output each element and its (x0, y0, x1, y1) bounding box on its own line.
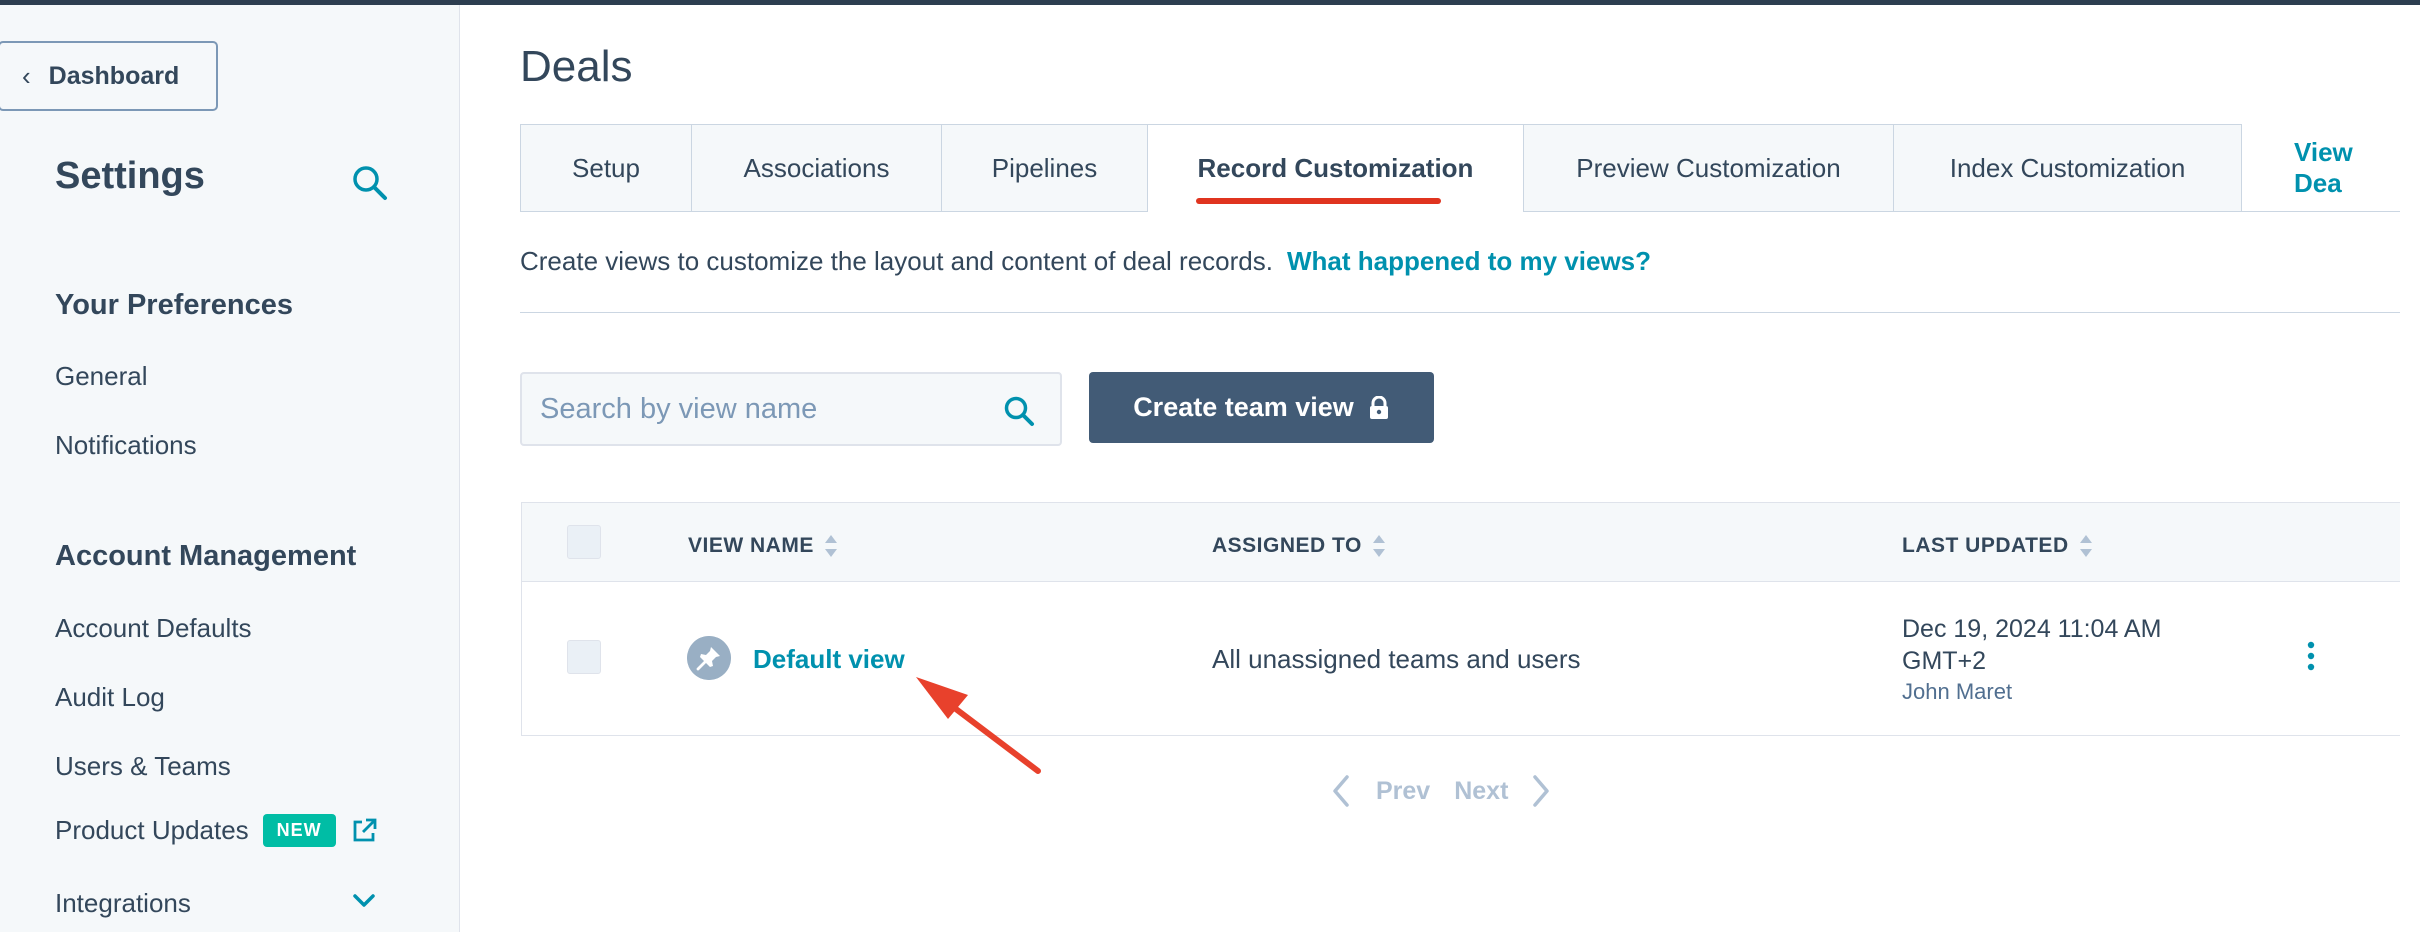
lock-icon (1369, 395, 1388, 419)
column-assigned-to-label: ASSIGNED TO (1212, 534, 1362, 557)
sort-icon (824, 535, 837, 557)
create-team-view-button[interactable]: Create team view (1089, 372, 1434, 443)
assigned-to-cell: All unassigned teams and users (1212, 644, 1581, 674)
tab-index-customization[interactable]: Index Customization (1894, 124, 2242, 212)
chevron-left-icon[interactable] (1330, 773, 1352, 809)
chevron-down-icon[interactable] (350, 887, 378, 915)
sidebar-item-audit-log[interactable]: Audit Log (55, 682, 165, 713)
table-header: VIEW NAME ASSIGNED TO LAST UPDATED (522, 503, 2400, 582)
sidebar-item-notifications[interactable]: Notifications (55, 430, 197, 461)
pagination: Prev Next (1330, 766, 1552, 816)
select-all-checkbox[interactable] (567, 525, 601, 559)
chevron-right-icon[interactable] (1530, 773, 1552, 809)
next-page-button[interactable]: Next (1454, 777, 1508, 806)
settings-tabs: Setup Associations Pipelines Record Cust… (520, 124, 2400, 212)
pin-icon (687, 636, 731, 680)
sort-icon (1372, 535, 1385, 557)
default-view-link[interactable]: Default view (753, 644, 905, 675)
product-updates-label: Product Updates (55, 815, 249, 845)
what-happened-link[interactable]: What happened to my views? (1287, 246, 1651, 277)
sidebar-item-product-updates[interactable]: Product Updates NEW (55, 814, 378, 847)
sidebar-item-integrations[interactable]: Integrations (55, 888, 191, 919)
sidebar-item-users-teams[interactable]: Users & Teams (55, 751, 231, 782)
last-updated-cell: Dec 19, 2024 11:04 AM GMT+2 (1902, 615, 2162, 675)
search-icon[interactable] (1002, 394, 1036, 428)
tab-view-deals[interactable]: View Dea (2242, 124, 2400, 212)
description-text: Create views to customize the layout and… (520, 246, 1273, 276)
tab-pipelines[interactable]: Pipelines (942, 124, 1148, 212)
back-to-dashboard-button[interactable]: ‹ Dashboard (0, 41, 218, 111)
sort-icon (2079, 535, 2092, 557)
back-button-label: Dashboard (48, 61, 180, 90)
sidebar-item-account-defaults[interactable]: Account Defaults (55, 613, 252, 644)
tab-setup[interactable]: Setup (520, 124, 692, 212)
column-view-name-label: VIEW NAME (688, 534, 814, 557)
chevron-left-icon: ‹ (22, 60, 31, 91)
row-checkbox[interactable] (567, 640, 601, 674)
tab-preview-customization[interactable]: Preview Customization (1524, 124, 1894, 212)
prev-page-button[interactable]: Prev (1376, 777, 1430, 806)
external-link-icon (353, 818, 377, 841)
kebab-menu-icon[interactable] (2305, 640, 2317, 672)
view-search-input[interactable] (540, 374, 1000, 444)
settings-title: Settings (55, 155, 205, 197)
tab-record-customization[interactable]: Record Customization (1148, 124, 1524, 212)
new-badge: NEW (262, 814, 336, 847)
active-tab-indicator (1196, 198, 1441, 204)
section-account-management: Account Management (55, 540, 357, 572)
search-icon[interactable] (350, 163, 390, 203)
sidebar-item-general[interactable]: General (55, 361, 148, 392)
view-search-box (520, 372, 1062, 446)
section-your-preferences: Your Preferences (55, 289, 294, 321)
description-row: Create views to customize the layout and… (520, 246, 1651, 277)
page-title: Deals (520, 42, 633, 91)
column-last-updated-label: LAST UPDATED (1902, 534, 2069, 557)
divider (520, 312, 2400, 313)
tab-associations[interactable]: Associations (692, 124, 942, 212)
create-team-view-label: Create team view (1133, 392, 1354, 422)
column-assigned-to[interactable]: ASSIGNED TO (1212, 533, 1386, 559)
updated-by-cell: John Maret (1902, 679, 2013, 704)
column-view-name[interactable]: VIEW NAME (688, 533, 838, 559)
tab-record-customization-label: Record Customization (1197, 153, 1474, 183)
column-last-updated[interactable]: LAST UPDATED (1902, 533, 2093, 559)
settings-sidebar: ‹ Dashboard Settings Your Preferences Ge… (0, 5, 460, 932)
views-table: VIEW NAME ASSIGNED TO LAST UPDATED Defau… (521, 502, 2400, 736)
